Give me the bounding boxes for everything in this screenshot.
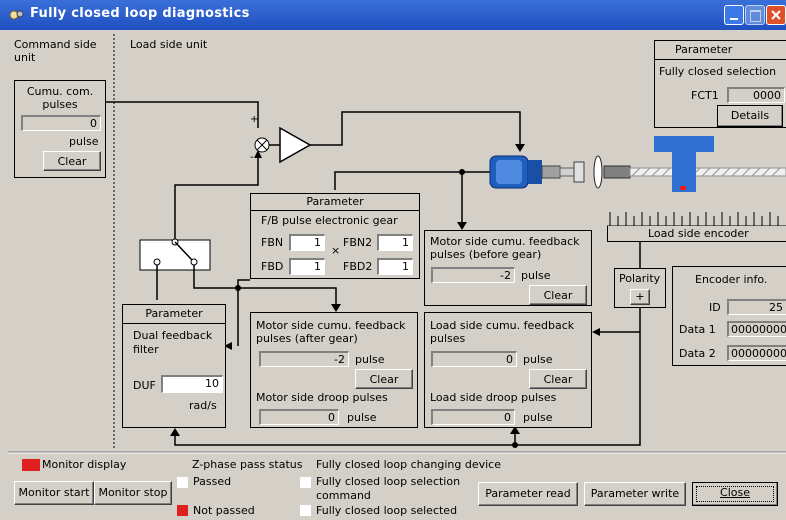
motor-after-clear-button[interactable]: Clear xyxy=(355,369,413,389)
svg-text:+: + xyxy=(250,114,258,125)
polarity-button[interactable]: + xyxy=(630,289,650,305)
encoder-id-value: 25 xyxy=(727,299,786,315)
monitor-stop-button[interactable]: Monitor stop xyxy=(94,481,172,505)
load-droop-value: 0 xyxy=(431,409,515,425)
gear-times-symbol: × xyxy=(331,244,341,257)
fbd2-field[interactable]: 1 xyxy=(377,258,413,275)
motor-after-unit: pulse xyxy=(355,353,385,366)
polarity-label: Polarity xyxy=(619,272,661,285)
fb-gear-panel: Parameter F/B pulse electronic gear FBN … xyxy=(250,193,420,279)
cumu-com-clear-button[interactable]: Clear xyxy=(43,151,101,171)
gear-param-header: Parameter xyxy=(251,194,419,211)
motor-before-label: Motor side cumu. feedback pulses (before… xyxy=(430,235,580,261)
polarity-panel: Polarity + xyxy=(614,268,666,308)
cumu-com-label: Cumu. com. pulses xyxy=(26,85,94,111)
motor-before-clear-button[interactable]: Clear xyxy=(529,285,587,305)
fct1-label: FCT1 xyxy=(691,89,719,102)
fct1-value: 0000 xyxy=(727,87,785,103)
motor-before-gear-panel: Motor side cumu. feedback pulses (before… xyxy=(424,230,592,306)
close-button-label: Close xyxy=(720,486,750,499)
load-cumu-panel: Load side cumu. feedback pulses 0 pulse … xyxy=(424,312,592,428)
fbn2-label: FBN2 xyxy=(343,236,373,249)
motor-droop-label: Motor side droop pulses xyxy=(256,391,388,404)
load-cumu-label: Load side cumu. feedback pulses xyxy=(430,319,575,345)
details-button[interactable]: Details xyxy=(717,105,783,127)
cumu-com-panel: Cumu. com. pulses 0 pulse Clear xyxy=(14,80,106,178)
dual-param-header: Parameter xyxy=(123,305,225,324)
fc-command-label-line2: command xyxy=(316,489,371,502)
monitor-start-button[interactable]: Monitor start xyxy=(14,481,94,505)
ball-screw-icon xyxy=(629,167,786,177)
load-encoder-label: Load side encoder xyxy=(648,227,749,240)
load-cumu-value: 0 xyxy=(431,351,517,367)
motor-after-value: -2 xyxy=(259,351,349,367)
fc-selected-indicator xyxy=(300,505,311,516)
load-cumu-unit: pulse xyxy=(523,353,553,366)
duf-field[interactable]: 10 xyxy=(161,375,223,393)
load-droop-unit: pulse xyxy=(523,411,553,424)
encoder-id-label: ID xyxy=(709,301,721,314)
motor-droop-value: 0 xyxy=(259,409,339,425)
monitor-display-indicator xyxy=(22,459,40,471)
encoder-info-label: Encoder info. xyxy=(695,273,768,286)
cumu-com-unit: pulse xyxy=(69,135,99,148)
cumu-com-value: 0 xyxy=(21,115,101,131)
fc-device-title: Fully closed loop changing device xyxy=(316,458,501,471)
load-table-icon xyxy=(654,136,714,192)
load-cumu-clear-button[interactable]: Clear xyxy=(529,369,587,389)
command-side-label: Command side unit xyxy=(14,38,97,64)
load-side-label: Load side unit xyxy=(130,38,208,51)
fbd-field[interactable]: 1 xyxy=(289,258,325,275)
fct-label: Fully closed selection xyxy=(659,65,777,78)
close-button[interactable]: Close xyxy=(692,482,778,506)
monitor-display-label: Monitor display xyxy=(42,458,127,471)
motor-before-value: -2 xyxy=(431,267,515,283)
motor-after-label: Motor side cumu. feedback pulses (after … xyxy=(256,319,406,345)
fc-selected-label: Fully closed loop selected xyxy=(316,504,458,517)
diagnostics-window: Fully closed loop diagnostics + - Comman… xyxy=(0,0,786,520)
duf-unit: rad/s xyxy=(189,399,217,412)
parameter-read-button[interactable]: Parameter read xyxy=(478,482,578,506)
passed-indicator xyxy=(177,477,188,488)
motor-icon xyxy=(489,155,631,189)
fbn-label: FBN xyxy=(261,236,284,249)
linear-scale-icon xyxy=(607,212,786,227)
dual-feedback-panel: Parameter Dual feedback filter DUF 10 ra… xyxy=(122,304,226,428)
encoder-data1-label: Data 1 xyxy=(679,323,716,336)
fc-command-label-line1: Fully closed loop selection xyxy=(316,475,461,488)
load-droop-label: Load side droop pulses xyxy=(430,391,557,404)
motor-before-unit: pulse xyxy=(521,269,551,282)
dual-label: Dual feedback filter xyxy=(133,329,213,356)
gear-label: F/B pulse electronic gear xyxy=(261,214,398,227)
fct-param-header: Parameter xyxy=(655,41,786,60)
encoder-data2-value: 00000000 xyxy=(727,345,786,361)
motor-droop-unit: pulse xyxy=(347,411,377,424)
fbd-label: FBD xyxy=(261,260,284,273)
svg-text:-: - xyxy=(250,152,254,163)
passed-label: Passed xyxy=(193,475,232,488)
motor-after-gear-panel: Motor side cumu. feedback pulses (after … xyxy=(250,312,418,428)
duf-label: DUF xyxy=(133,379,156,392)
load-encoder-panel: Load side encoder xyxy=(607,226,786,242)
encoder-data1-value: 00000000 xyxy=(727,321,786,337)
fbn-field[interactable]: 1 xyxy=(289,234,325,251)
parameter-write-button[interactable]: Parameter write xyxy=(584,482,686,506)
fully-closed-selection-panel: Parameter Fully closed selection FCT1 00… xyxy=(654,40,786,128)
zphase-title: Z-phase pass status xyxy=(192,458,303,471)
fc-command-indicator xyxy=(300,477,311,488)
not-passed-indicator xyxy=(177,505,188,516)
fbn2-field[interactable]: 1 xyxy=(377,234,413,251)
encoder-data2-label: Data 2 xyxy=(679,347,716,360)
encoder-info-panel: Encoder info. ID 25 Data 1 00000000 Data… xyxy=(672,266,786,366)
fbd2-label: FBD2 xyxy=(343,260,373,273)
not-passed-label: Not passed xyxy=(193,504,255,517)
